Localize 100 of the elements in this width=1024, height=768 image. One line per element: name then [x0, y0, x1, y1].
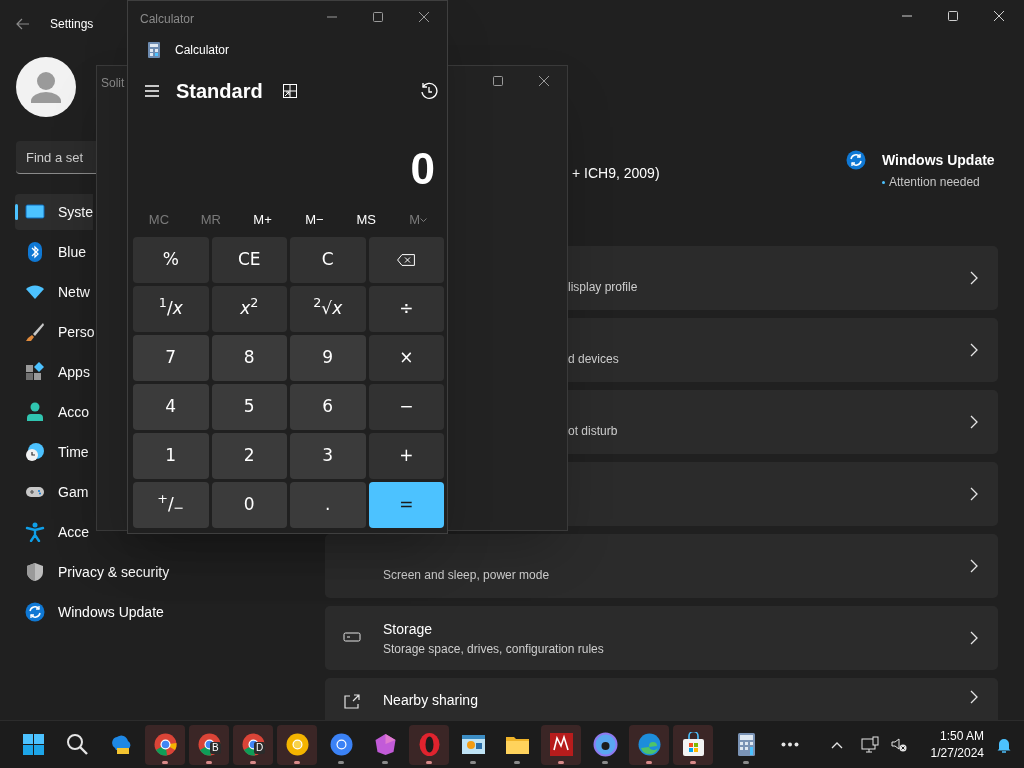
shopping-bag-icon [680, 732, 706, 757]
chevron-up-icon[interactable] [830, 740, 843, 749]
taskbar-button[interactable]: B [189, 724, 229, 765]
chevron-right-icon[interactable] [970, 343, 978, 357]
chevron-right-icon[interactable] [970, 690, 978, 704]
chevron-right-icon[interactable] [970, 415, 978, 429]
calculator-key[interactable]: $^{1}$/x [133, 286, 209, 332]
card-subtitle: d devices [568, 351, 619, 368]
calculator-key[interactable]: × [368, 335, 444, 381]
maximize-icon[interactable] [947, 10, 959, 22]
close-icon[interactable] [418, 11, 430, 23]
settings-card[interactable]: ot disturb [568, 390, 998, 454]
chevron-right-icon[interactable] [970, 487, 978, 501]
network-icon[interactable] [860, 735, 879, 754]
update-status: Attention needed [889, 174, 980, 191]
bluetooth-icon [25, 242, 45, 262]
calculator-key[interactable]: 0 [211, 482, 287, 528]
close-icon[interactable] [993, 10, 1005, 22]
calculator-key[interactable]: 8 [211, 335, 287, 381]
card-subtitle: lisplay profile [568, 279, 638, 296]
calculator-key[interactable]: 9 [290, 335, 366, 381]
calculator-key[interactable]: x$^{2}$ [211, 286, 287, 332]
nav-item[interactable]: Acco [15, 394, 90, 430]
nav-item[interactable]: Privacy & security [15, 554, 170, 590]
browser-icon [152, 732, 178, 757]
menu-icon[interactable] [144, 84, 160, 98]
history-icon[interactable] [420, 82, 438, 100]
calculator-key[interactable]: + [368, 433, 444, 479]
settings-card[interactable]: Screen and sleep, power mode [325, 534, 998, 598]
calculator-key[interactable]: CE [211, 237, 287, 283]
window-title: Settings [50, 16, 94, 33]
calculator-display: 0 [410, 143, 435, 195]
memory-button[interactable]: M− [288, 208, 341, 232]
monitor-icon [25, 202, 45, 222]
ring-icon [416, 732, 442, 757]
avatar-icon [16, 57, 76, 117]
taskbar-button[interactable] [673, 724, 713, 765]
calculator-key[interactable]: 6 [290, 384, 366, 430]
memory-button[interactable]: MS [340, 208, 393, 232]
calculator-key[interactable]: = [368, 482, 444, 528]
mode-title: Standard [176, 79, 263, 104]
badge-letter: D [254, 741, 266, 754]
card-title: Storage [383, 619, 434, 639]
taskbar-button[interactable] [277, 724, 317, 765]
card-subtitle: Storage space, drives, configuration rules [383, 640, 604, 658]
settings-card[interactable]: Nearby sharing [325, 678, 998, 720]
calculator-key[interactable]: 7 [133, 335, 209, 381]
calculator-key[interactable]: % [133, 237, 209, 283]
chevron-down-icon [420, 217, 427, 223]
shield-icon [25, 562, 45, 582]
nav-item[interactable]: Perso [15, 314, 95, 350]
nav-item[interactable]: Netw [15, 274, 90, 310]
maximize-icon[interactable] [492, 75, 504, 87]
apps-icon [25, 362, 45, 382]
maximize-icon[interactable] [372, 11, 384, 23]
taskbar-button[interactable] [629, 724, 669, 765]
keep-on-top-icon[interactable] [281, 83, 298, 99]
close-icon[interactable] [538, 75, 550, 87]
memory-button[interactable]: M+ [236, 208, 289, 232]
nav-item[interactable]: Time [15, 434, 89, 470]
sync-icon [846, 150, 866, 170]
calculator-key[interactable]: 4 [133, 384, 209, 430]
taskbar-button[interactable] [145, 724, 185, 765]
selection-indicator [15, 204, 18, 220]
disc-icon [592, 732, 618, 757]
nav-item[interactable]: Windows Update [15, 594, 164, 630]
more-icon [781, 742, 799, 747]
calculator-key[interactable]: C [290, 237, 366, 283]
calculator-key[interactable]: 1 [133, 433, 209, 479]
search-field[interactable]: Find a set [16, 141, 96, 174]
nav-item[interactable]: Syste [15, 194, 93, 230]
settings-card[interactable]: Storage Storage space, drives, configuration rules [325, 606, 998, 670]
settings-card[interactable]: lisplay profile [568, 246, 998, 310]
clock[interactable]: 1:50 AM 1/27/2024 [930, 727, 984, 762]
chevron-right-icon[interactable] [970, 271, 978, 285]
calculator-key[interactable]: $^{+}$/$_{−}$ [133, 482, 209, 528]
calculator-key[interactable]: . [290, 482, 366, 528]
calculator-key[interactable]: 5 [211, 384, 287, 430]
calculator-key[interactable]: 2 [211, 433, 287, 479]
calculator-key[interactable]: ÷ [368, 286, 444, 332]
calculator-key[interactable]: − [368, 384, 444, 430]
swirl-icon [636, 732, 662, 757]
back-arrow-icon[interactable] [16, 18, 30, 30]
taskbar-button[interactable]: D [233, 724, 273, 765]
volume-muted-icon[interactable] [890, 736, 907, 753]
chevron-right-icon[interactable] [970, 559, 978, 573]
accessibility-icon [25, 522, 45, 542]
calculator-key[interactable]: $^{2}$√x [290, 286, 366, 332]
nav-item[interactable]: Blue [15, 234, 87, 270]
nav-item[interactable]: Gam [15, 474, 89, 510]
nav-item[interactable]: Apps [15, 354, 90, 390]
badge-letter: B [210, 741, 221, 754]
zigzag-tile-icon [548, 732, 574, 757]
person-icon [25, 402, 45, 422]
nav-item[interactable]: Acce [15, 514, 90, 550]
notification-bell-icon[interactable] [996, 736, 1012, 753]
chevron-right-icon[interactable] [970, 631, 978, 645]
settings-card[interactable]: d devices [568, 318, 998, 382]
calculator-key[interactable]: 3 [290, 433, 366, 479]
taskbar-button[interactable] [541, 724, 581, 765]
